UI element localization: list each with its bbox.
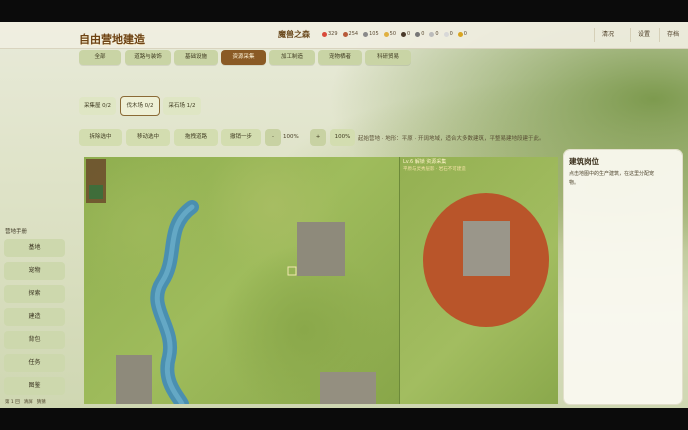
sidebar-item-build[interactable]: 建造 (4, 308, 65, 326)
overview-button[interactable]: 清况 (594, 28, 621, 42)
map-preview-header: Lv.6 解锁 资源采集 (403, 159, 447, 165)
preview-terrain (423, 193, 549, 327)
footer-status: 第 1 回 清屏 猜猜 (5, 400, 46, 405)
stone-icon (415, 31, 421, 37)
info-description: 点击地图中的生产建筑，在这里分配宠物。 (569, 171, 655, 186)
gem-resource: 0 (429, 31, 439, 37)
info-panel (564, 150, 682, 404)
rock-tile (116, 355, 152, 404)
move-button[interactable]: 移动选中 (126, 129, 170, 146)
sidebar-item-bag[interactable]: 背包 (4, 331, 65, 349)
tab-research-trade[interactable]: 科研贸易 (365, 50, 411, 65)
ore-icon (401, 31, 407, 37)
meat-resource: 254 (342, 31, 358, 37)
drag-road-button[interactable]: 拖拽道路 (174, 129, 218, 146)
moon-icon (363, 31, 369, 37)
tab-pet-habitat[interactable]: 宠物栖者 (318, 50, 362, 65)
coin-resource: 50 (383, 31, 396, 37)
rock-tile (463, 221, 510, 276)
tab-infrastructure[interactable]: 基础设施 (174, 50, 218, 65)
rock-tile (320, 372, 376, 404)
subtab-lumberyard[interactable]: 伐木场 0/2 (120, 96, 160, 116)
build-map[interactable] (84, 157, 399, 404)
zoom-level: 100% (283, 134, 299, 140)
subtab-gathering-hut[interactable]: 采集屋 0/2 (79, 97, 116, 115)
gem-icon (429, 31, 435, 37)
rock-tile (297, 222, 345, 276)
map-preview (399, 157, 558, 404)
subtab-quarry[interactable]: 采石场 1/2 (163, 97, 201, 115)
stone-resource: 0 (415, 31, 424, 37)
page-title: 自由营地建造 (79, 33, 145, 46)
gold-resource: 0 (457, 31, 467, 37)
map-preview-sub: 平原与灵秀层影 · 岩石不可建造 (403, 167, 466, 172)
zoom-out-button[interactable]: - (265, 129, 281, 146)
moon-resource: 105 (363, 31, 379, 37)
settings-button[interactable]: 设置 (630, 28, 657, 42)
game-screen: 魔兽之森 329 254 105 50 0 0 0 0 0 清况 设置 存档 自… (0, 22, 688, 408)
sidebar-item-codex[interactable]: 图鉴 (4, 377, 65, 395)
sidebar-item-explore[interactable]: 探索 (4, 285, 65, 303)
game-title: 魔兽之森 (278, 30, 310, 39)
crystal-icon (443, 31, 449, 37)
sidebar-title: 营地手册 (5, 229, 28, 235)
meat-icon (342, 31, 348, 37)
gold-icon (457, 31, 463, 37)
tab-resource-gathering[interactable]: 资源采集 (221, 50, 266, 65)
sidebar-item-base[interactable]: 基地 (4, 239, 65, 257)
terrain-hint: 起始营地 · 地形：平原 · 开阔地域，适合大多数建筑，平整易建地段建于此。 (358, 136, 545, 142)
apple-icon (322, 31, 327, 37)
cursor-tile (287, 266, 297, 276)
coin-icon (383, 31, 389, 37)
crystal-resource: 0 (443, 31, 453, 37)
ore-resource: 0 (401, 31, 410, 37)
tab-roads-decor[interactable]: 道路与装饰 (125, 50, 171, 65)
zoom-in-button[interactable]: + (310, 129, 326, 146)
sidebar-item-quests[interactable]: 任务 (4, 354, 65, 372)
zoom-reset-button[interactable]: 100% (330, 129, 355, 146)
resource-bar: 329 254 105 50 0 0 0 0 0 (322, 31, 467, 37)
save-button[interactable]: 存档 (659, 28, 686, 42)
tab-all[interactable]: 全部 (79, 50, 121, 65)
sidebar-item-pets[interactable]: 宠物 (4, 262, 65, 280)
undo-button[interactable]: 撤销一步 (221, 129, 261, 146)
tab-processing[interactable]: 加工制造 (269, 50, 315, 65)
info-title: 建筑岗位 (569, 157, 599, 166)
demolish-button[interactable]: 拆除选中 (79, 129, 122, 146)
apple-resource: 329 (322, 31, 338, 37)
map-terrain (86, 159, 376, 404)
